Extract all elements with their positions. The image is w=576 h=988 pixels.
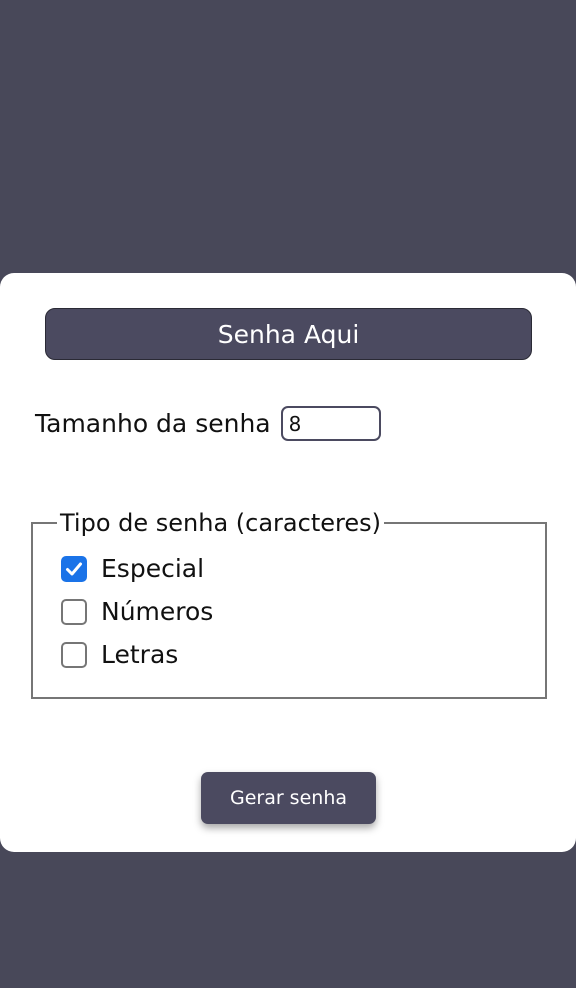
option-especial[interactable]: Especial (61, 547, 545, 590)
password-generator-card: Senha Aqui Tamanho da senha Tipo de senh… (0, 273, 576, 852)
especial-checkbox[interactable] (61, 555, 87, 582)
character-type-group: Tipo de senha (caracteres) Especial Núme… (31, 509, 547, 699)
password-output-text: Senha Aqui (217, 319, 360, 349)
option-letras[interactable]: Letras (61, 633, 545, 676)
checkmark-icon (66, 562, 82, 575)
numeros-label: Números (101, 597, 214, 626)
length-input[interactable] (280, 406, 381, 441)
generate-password-button[interactable]: Gerar senha (201, 772, 376, 824)
especial-label: Especial (101, 554, 205, 583)
letras-label: Letras (101, 640, 179, 669)
numeros-checkbox[interactable] (61, 598, 87, 625)
length-label: Tamanho da senha (35, 409, 271, 438)
letras-checkbox[interactable] (61, 641, 87, 668)
option-numeros[interactable]: Números (61, 590, 545, 633)
character-type-legend: Tipo de senha (caracteres) (60, 509, 381, 537)
length-row: Tamanho da senha (35, 406, 381, 441)
password-output: Senha Aqui (45, 308, 532, 360)
